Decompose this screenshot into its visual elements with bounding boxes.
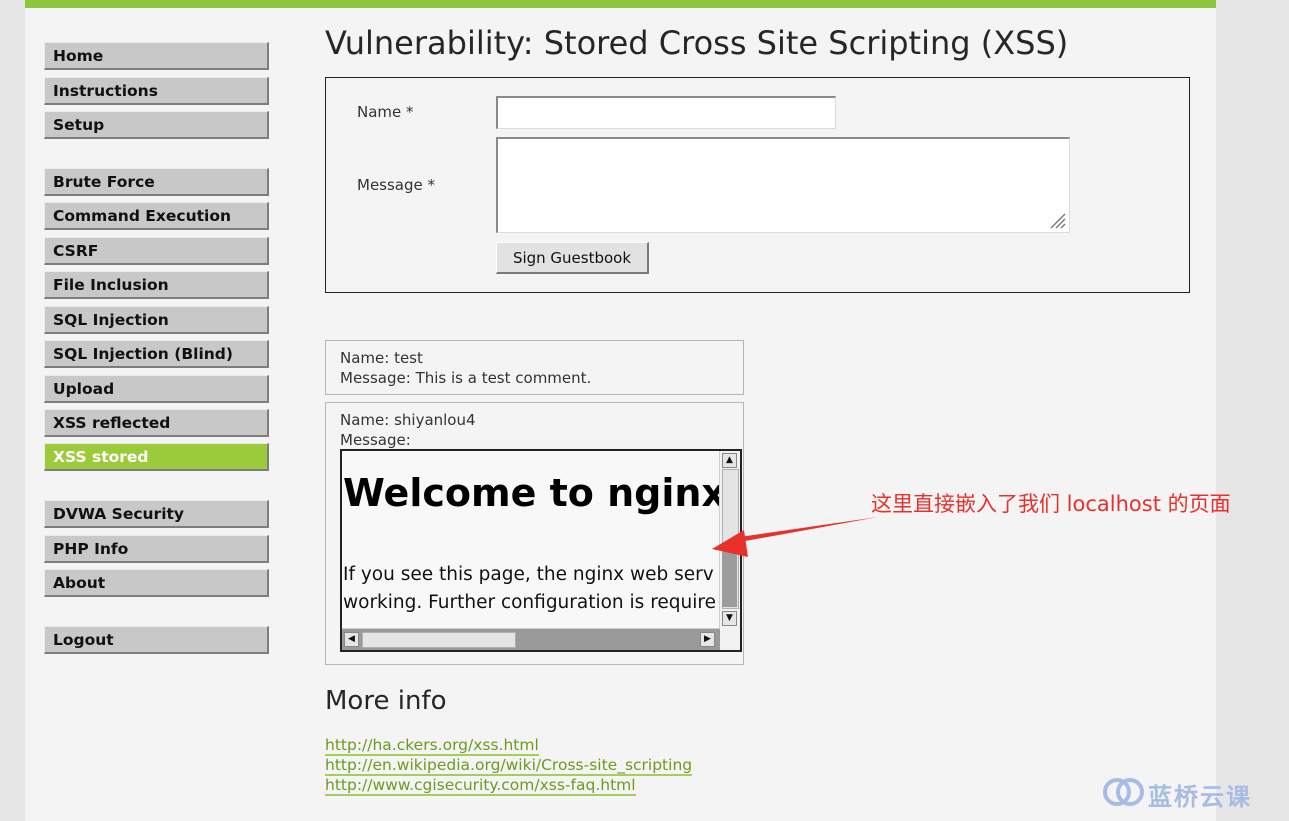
scroll-down-icon[interactable]: ▼	[722, 611, 737, 626]
guestbook-comment: Name: test Message: This is a test comme…	[325, 340, 744, 395]
menu-item-brute-force[interactable]: Brute Force	[44, 168, 269, 196]
top-accent-bar	[25, 0, 1216, 8]
menu-item-csrf[interactable]: CSRF	[44, 237, 269, 265]
guestbook-form: Name * Message * Sign Guestbook	[325, 77, 1190, 293]
menu-item-sql-injection-blind[interactable]: SQL Injection (Blind)	[44, 340, 269, 368]
nginx-text-line: If you see this page, the nginx web serv	[343, 564, 714, 585]
menu-item-file-inclusion[interactable]: File Inclusion	[44, 271, 269, 299]
watermark-text: 蓝桥云课	[1148, 783, 1252, 811]
scroll-left-icon[interactable]: ◀	[344, 632, 359, 647]
iframe-content: Welcome to nginx! If you see this page, …	[342, 451, 720, 629]
message-label: Message *	[357, 176, 436, 194]
vertical-scrollbar[interactable]: ▲ ▼	[719, 451, 740, 629]
menu-item-dvwa-security[interactable]: DVWA Security	[44, 500, 269, 528]
sign-guestbook-button[interactable]: Sign Guestbook	[496, 242, 649, 274]
page-title: Vulnerability: Stored Cross Site Scripti…	[325, 24, 1069, 62]
link-cgisecurity-xss-faq[interactable]: http://www.cgisecurity.com/xss-faq.html	[325, 777, 636, 796]
scroll-up-icon[interactable]: ▲	[722, 453, 737, 468]
resize-grip-icon[interactable]	[1048, 211, 1066, 229]
nginx-welcome-heading: Welcome to nginx!	[343, 471, 720, 515]
comment-message: Message:	[340, 431, 411, 449]
comment-name: Name: shiyanlou4	[340, 411, 476, 429]
menu-item-home[interactable]: Home	[44, 42, 269, 70]
name-input[interactable]	[496, 96, 836, 129]
menu-item-sql-injection[interactable]: SQL Injection	[44, 306, 269, 334]
vertical-scroll-track[interactable]	[722, 551, 737, 607]
comment-message: Message: This is a test comment.	[340, 369, 592, 387]
name-label: Name *	[357, 103, 414, 121]
message-textarea[interactable]	[496, 137, 1070, 233]
menu-item-xss-stored[interactable]: XSS stored	[44, 443, 269, 471]
menu-item-setup[interactable]: Setup	[44, 111, 269, 139]
guestbook-comment: Name: shiyanlou4 Message: Welcome to ngi…	[325, 402, 744, 665]
horizontal-scrollbar[interactable]: ◀ ▶	[342, 628, 720, 650]
scrollbar-corner	[720, 629, 740, 650]
menu-item-instructions[interactable]: Instructions	[44, 77, 269, 105]
scroll-right-icon[interactable]: ▶	[700, 632, 715, 647]
annotation-text: 这里直接嵌入了我们 localhost 的页面	[871, 492, 1231, 516]
link-wikipedia-xss[interactable]: http://en.wikipedia.org/wiki/Cross-site_…	[325, 757, 693, 776]
page: Home Instructions Setup Brute Force Comm…	[25, 0, 1216, 821]
menu-item-php-info[interactable]: PHP Info	[44, 535, 269, 563]
menu-item-about[interactable]: About	[44, 569, 269, 597]
menu-item-logout[interactable]: Logout	[44, 626, 269, 654]
nginx-text-line: working. Further configuration is requir…	[343, 592, 716, 613]
menu-item-xss-reflected[interactable]: XSS reflected	[44, 409, 269, 437]
menu-item-upload[interactable]: Upload	[44, 375, 269, 403]
comment-name: Name: test	[340, 349, 423, 367]
watermark: 蓝桥云课	[1103, 775, 1283, 811]
link-ha-ckers-xss[interactable]: http://ha.ckers.org/xss.html	[325, 737, 539, 756]
menu-item-command-execution[interactable]: Command Execution	[44, 202, 269, 230]
more-info-heading: More info	[325, 686, 447, 716]
horizontal-scroll-thumb[interactable]	[362, 632, 516, 648]
lanqiao-logo-icon	[1103, 778, 1144, 806]
embedded-localhost-iframe[interactable]: Welcome to nginx! If you see this page, …	[340, 449, 742, 652]
